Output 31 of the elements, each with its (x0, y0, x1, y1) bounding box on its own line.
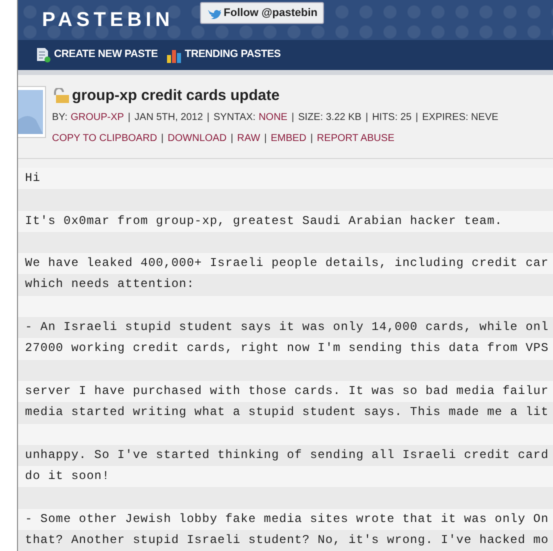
separator-text: | (230, 133, 234, 144)
lock-icon (52, 88, 70, 104)
action-link[interactable]: EMBED (270, 133, 306, 144)
separator-text: | (416, 112, 418, 123)
bar-chart-icon (166, 47, 182, 63)
separator-text: | (365, 112, 368, 123)
paste-title: group-xp credit cards update (72, 86, 280, 106)
bird-icon (206, 8, 221, 18)
meta-label: JAN 5TH, 2012 (134, 112, 203, 123)
action-link[interactable]: COPY TO CLIPBOARD (52, 133, 158, 144)
meta-label: HITS: 25 (372, 112, 412, 123)
document-add-icon (35, 47, 51, 63)
separator-text: | (291, 112, 294, 123)
follow-button[interactable]: Follow @pastebin (200, 2, 324, 24)
separator-text: | (206, 112, 210, 123)
action-link[interactable]: REPORT ABUSE (316, 133, 394, 144)
meta-label: BY: (52, 112, 68, 123)
meta-label: SYNTAX: (214, 112, 256, 123)
nav-link[interactable]: CREATE NEW PASTE (35, 47, 158, 63)
separator-text: | (264, 133, 267, 144)
meta-link[interactable]: GROUP-XP (70, 112, 124, 123)
separator-text: | (310, 133, 313, 144)
separator-text: | (128, 112, 131, 123)
site-logo[interactable]: PASTEBIN (42, 5, 174, 35)
action-link[interactable]: RAW (237, 133, 260, 144)
action-link[interactable]: DOWNLOAD (168, 133, 227, 144)
meta-link[interactable]: NONE (258, 112, 288, 123)
separator-text: | (161, 133, 164, 144)
meta-label: EXPIRES: NEVE (422, 112, 498, 123)
meta-label: SIZE: 3.22 KB (298, 112, 362, 123)
nav-link[interactable]: TRENDING PASTES (166, 47, 281, 63)
